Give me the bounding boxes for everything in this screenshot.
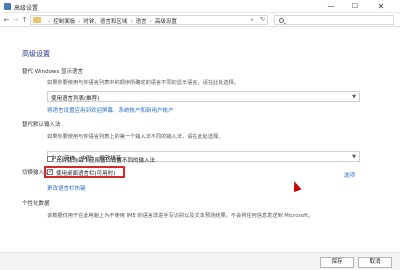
- address-toolbar: ← → ↑ › 控制面板 › 时钟、语言和区域 › 语言 › 高级设置 ∨ ↻: [0, 13, 400, 27]
- cancel-button[interactable]: 取消: [358, 257, 392, 268]
- back-arrow-icon[interactable]: ←: [2, 15, 11, 25]
- folder-icon: [33, 17, 41, 23]
- override-input-method-label: 替代默认输入法: [22, 122, 61, 128]
- page-title: 高级设置: [22, 50, 50, 58]
- desktop-language-bar-checkbox[interactable]: ✓: [47, 168, 54, 175]
- chevron-down-icon: ▼: [352, 94, 356, 100]
- mouse-cursor-icon: [290, 179, 302, 193]
- desktop-language-bar-label: 使用桌面语言栏(可用时): [56, 171, 116, 177]
- search-input[interactable]: [274, 15, 394, 25]
- breadcrumb-item-language[interactable]: 语言: [136, 19, 147, 25]
- personalization-data-desc: 该数据仅用于在此电脑上为不使用 IME 的语言改进手写识别以及文本预测结果。不会…: [47, 213, 314, 219]
- footer-bar: 保存 取消: [0, 252, 400, 270]
- control-panel-icon: [4, 3, 11, 10]
- per-app-input-method-label: 允许我为每个应用窗口设置不同的输入法: [56, 158, 156, 164]
- language-bar-options-link[interactable]: 选项: [344, 171, 355, 179]
- personalization-data-label: 个性化数据: [22, 201, 50, 207]
- close-button[interactable]: ✕: [370, 0, 392, 13]
- address-field[interactable]: › 控制面板 › 时钟、语言和区域 › 语言 › 高级设置 ∨ ↻: [30, 15, 268, 25]
- main-content: 高级设置 替代 Windows 显示语言 如果你要使用与你语言列表中的顺序所确定…: [0, 27, 400, 270]
- minimize-button[interactable]: —: [320, 0, 342, 13]
- save-button[interactable]: 保存: [320, 257, 354, 268]
- display-language-value: 使用语言列表(推荐): [51, 96, 100, 102]
- chevron-down-icon: ▼: [352, 154, 356, 160]
- display-language-select[interactable]: 使用语言列表(推荐) ▼: [47, 91, 360, 102]
- title-bar: 高级设置 — ☐ ✕: [0, 0, 400, 13]
- refresh-icon[interactable]: ↻: [260, 16, 265, 24]
- breadcrumb: › 控制面板 › 时钟、语言和区域 › 语言 › 高级设置: [48, 19, 177, 25]
- maximize-button[interactable]: ☐: [344, 0, 366, 13]
- per-app-input-method-checkbox[interactable]: [47, 156, 53, 162]
- forward-arrow-icon[interactable]: →: [11, 15, 20, 25]
- override-display-language-label: 替代 Windows 显示语言: [22, 69, 84, 75]
- breadcrumb-item-advanced-settings[interactable]: 高级设置: [155, 19, 177, 25]
- apply-language-settings-link[interactable]: 将语言设置应用到欢迎屏幕、系统帐户和新用户帐户: [47, 106, 174, 114]
- override-display-language-desc: 如果你要使用与你语言列表中的顺序所确定的语言不同的显示语言，请在此处选择。: [47, 80, 239, 86]
- change-language-bar-hotkeys-link[interactable]: 更改语言栏热键: [47, 184, 86, 192]
- window-title: 高级设置: [14, 5, 39, 12]
- override-input-method-desc: 如果你要使用与你语言列表上的第一个输入法不同的输入法，请在此处选择。: [47, 134, 224, 140]
- search-icon: [279, 18, 284, 23]
- chevron-down-icon[interactable]: ∨: [250, 16, 254, 24]
- breadcrumb-item-clock-language-region[interactable]: 时钟、语言和区域: [83, 19, 127, 25]
- checkmark-icon: ✓: [48, 168, 54, 175]
- breadcrumb-item-control-panel[interactable]: 控制面板: [53, 19, 75, 25]
- up-arrow-icon[interactable]: ↑: [20, 15, 29, 25]
